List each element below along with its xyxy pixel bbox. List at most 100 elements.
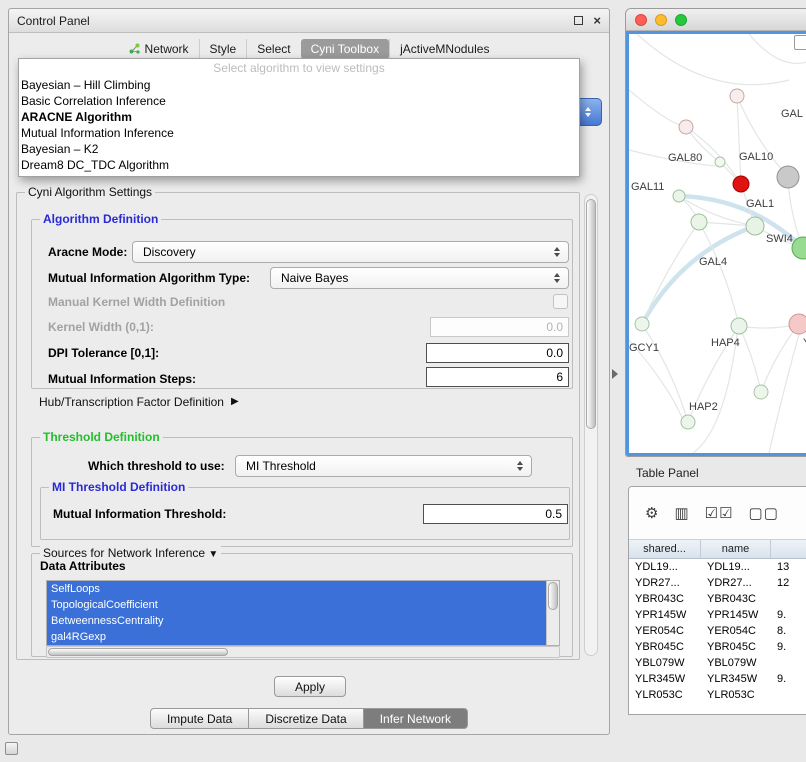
network-node-pink-top[interactable] [730,89,744,103]
tab-label: jActiveMNodules [400,42,489,56]
node-label: GAL11 [631,181,664,193]
aracne-mode-select[interactable]: Discovery [132,241,569,263]
bottom-tab-impute-data[interactable]: Impute Data [150,708,249,729]
combo-up-arrow-icon [585,107,591,111]
table-cell: YBR043C [629,591,701,607]
table-row[interactable]: YBL079WYBL079W [629,655,806,671]
tab-style[interactable]: Style [199,39,247,59]
table-cell: YDR27... [701,575,771,591]
network-node-hap4[interactable] [731,318,747,334]
data-attribute-betweennesscentrality[interactable]: BetweennessCentrality [47,613,546,629]
algorithm-option-basic-correlation-inference[interactable]: Basic Correlation Inference [19,93,579,109]
network-canvas[interactable]: GALGAL80GAL10GAL11GAL1SWI4GAL4GCY1HAP4YH… [626,31,806,456]
birdseye-toggle[interactable] [794,35,806,50]
attributes-list-scrollbar[interactable] [546,581,559,645]
network-edge[interactable] [739,326,761,392]
table-row[interactable]: YDL19...YDL19...13 [629,559,806,575]
apply-button[interactable]: Apply [274,676,346,697]
hide-columns-icon[interactable]: ▢▢ [749,504,779,522]
algorithm-option-bayesian-k2[interactable]: Bayesian – K2 [19,141,579,157]
algorithm-option-bayesian-hill-climbing[interactable]: Bayesian – Hill Climbing [19,77,579,93]
dpi-tolerance-input[interactable] [426,343,569,363]
bottom-tab-infer-network[interactable]: Infer Network [363,708,468,729]
zoom-traffic-light-icon[interactable] [675,14,687,26]
network-node-hap2[interactable] [681,415,695,429]
column-header-3[interactable] [771,540,806,558]
table-row[interactable]: YLR345WYLR345W9. [629,671,806,687]
table-cell: YPR145W [629,607,701,623]
which-threshold-select[interactable]: MI Threshold [235,455,532,477]
settings-gear-icon[interactable]: ⚙ [645,504,659,522]
float-window-button[interactable] [574,14,583,27]
close-window-button[interactable]: × [593,14,601,27]
network-graph[interactable]: GALGAL80GAL10GAL11GAL1SWI4GAL4GCY1HAP4YH… [629,34,806,453]
data-attribute-gal4rgexp[interactable]: gal4RGexp [47,629,546,645]
network-node-gal4[interactable] [691,214,707,230]
kernel-width-input[interactable] [430,317,569,337]
network-node-gal80[interactable] [715,157,725,167]
network-node-mid-low[interactable] [754,385,768,399]
table-cell: YBR045C [629,639,701,655]
table-row[interactable]: YDR27...YDR27...12 [629,575,806,591]
combo-down-arrow-icon [585,113,591,117]
manual-kernel-checkbox[interactable] [553,294,568,309]
table-row[interactable]: YBR045CYBR045C9. [629,639,806,655]
algorithm-option-aracne-algorithm[interactable]: ARACNE Algorithm [19,109,579,125]
mi-algorithm-type-select[interactable]: Naive Bayes [270,267,569,289]
settings-scrollbar[interactable] [584,194,598,656]
network-node-gal10-red[interactable] [733,176,749,192]
network-edge[interactable] [642,226,755,324]
network-edge[interactable] [642,324,688,422]
data-attribute-topologicalcoefficient[interactable]: TopologicalCoefficient [47,597,546,613]
combo-arrows-icon [549,273,565,283]
scrollbar-thumb[interactable] [586,199,596,429]
tab-cyni-toolbox[interactable]: Cyni Toolbox [301,39,389,59]
column-header-2[interactable]: name [701,540,771,558]
scrollbar-thumb[interactable] [548,582,558,610]
hub-transcription-factor-expander[interactable]: Hub/Transcription Factor Definition ▶ [39,393,239,411]
network-node-pink-top-left[interactable] [679,120,693,134]
attributes-list-hscrollbar[interactable] [46,646,560,658]
network-node-gcy1[interactable] [635,317,649,331]
column-header-1[interactable]: shared... [629,540,701,558]
bottom-tab-discretize-data[interactable]: Discretize Data [248,708,363,729]
table-cell: YBR043C [701,591,771,607]
scrollbar-thumb[interactable] [48,648,228,656]
network-edge[interactable] [737,96,741,184]
data-attributes-list[interactable]: SelfLoopsTopologicalCoefficientBetweenne… [46,580,560,646]
float-icon [574,16,583,25]
network-node-gal11[interactable] [673,190,685,202]
tab-jactivemnodules[interactable]: jActiveMNodules [389,39,499,59]
table-row[interactable]: YLR053CYLR053C [629,687,806,703]
table-toolbar: ⚙ ▥ ☑☑ ▢▢ [629,487,806,539]
table-row[interactable]: YPR145WYPR145W9. [629,607,806,623]
network-node-gray-node[interactable] [777,166,799,188]
table-row[interactable]: YER054CYER054C8. [629,623,806,639]
network-node-pink-right[interactable] [789,314,806,334]
mi-steps-input[interactable] [426,367,569,387]
control-panel-titlebar: Control Panel × [9,9,609,33]
minimize-traffic-light-icon[interactable] [655,14,667,26]
table-cell [771,655,806,671]
tab-select[interactable]: Select [246,39,300,59]
network-node-gal1[interactable] [746,217,764,235]
tab-label: Network [145,42,189,56]
table-row[interactable]: YBR043CYBR043C [629,591,806,607]
mi-threshold-input[interactable] [423,504,568,524]
table-cell [771,591,806,607]
node-label: GAL [781,108,803,120]
node-label: GCY1 [629,342,659,354]
algorithm-option-mutual-information-inference[interactable]: Mutual Information Inference [19,125,579,141]
network-edge[interactable] [761,324,799,392]
node-label: HAP2 [689,401,718,413]
network-edge [629,90,686,127]
show-columns-icon[interactable]: ☑☑ [705,504,734,522]
tab-label: Cyni Toolbox [311,42,379,56]
data-attribute-selfloops[interactable]: SelfLoops [47,581,546,597]
splitpane-handle-icon[interactable] [612,369,618,379]
minimized-panel-icon[interactable] [5,742,18,755]
columns-icon[interactable]: ▥ [674,504,689,522]
tab-network[interactable]: Network [119,39,199,59]
algorithm-option-dream8-dc-tdc-algorithm[interactable]: Dream8 DC_TDC Algorithm [19,157,579,173]
close-traffic-light-icon[interactable] [635,14,647,26]
